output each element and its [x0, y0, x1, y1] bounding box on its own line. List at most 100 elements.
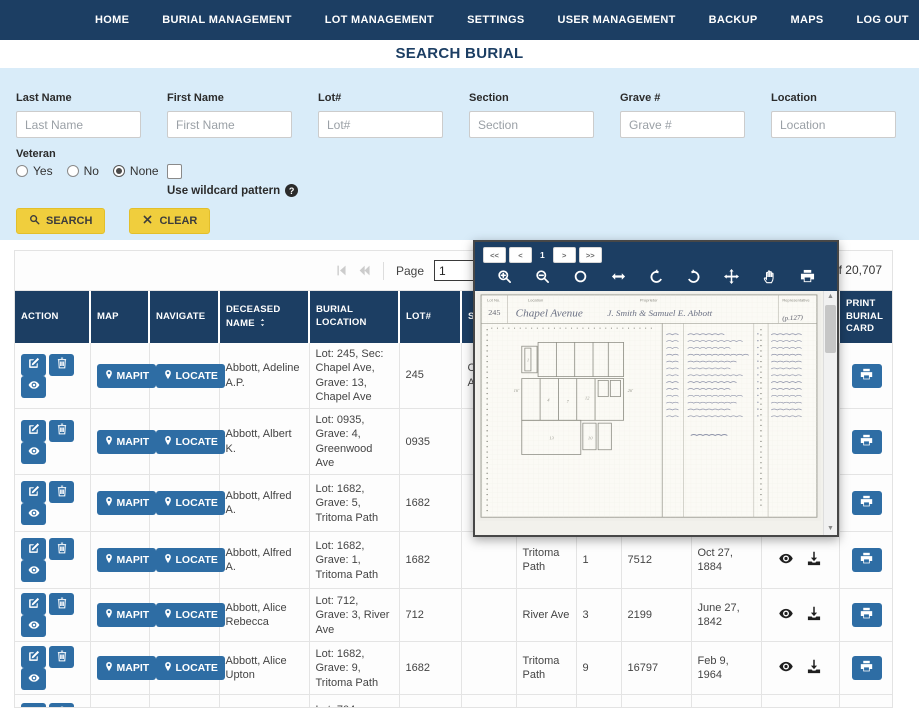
edit-button[interactable]: [21, 593, 46, 615]
edit-button[interactable]: [21, 420, 46, 442]
nav-item-user-management[interactable]: USER MANAGEMENT: [557, 14, 675, 26]
scroll-down-arrow[interactable]: ▼: [824, 523, 837, 535]
nav-item-maps[interactable]: MAPS: [791, 14, 824, 26]
hand-icon[interactable]: [762, 269, 777, 284]
view-button[interactable]: [21, 615, 46, 637]
zoom-in-icon[interactable]: [497, 269, 512, 284]
locate-button[interactable]: LOCATE: [156, 656, 225, 680]
view-button[interactable]: [21, 560, 46, 582]
delete-button[interactable]: [49, 538, 74, 560]
print-card-cell: [839, 589, 893, 642]
trash-icon: [56, 650, 68, 665]
mapit-button[interactable]: MAPIT: [97, 364, 157, 388]
search-button[interactable]: SEARCH: [16, 208, 105, 234]
question-circle-icon[interactable]: ?: [285, 184, 298, 197]
field-label-location: Location: [771, 92, 896, 104]
viewer-canvas[interactable]: Lot No. Location Proprietor Representati…: [475, 291, 837, 535]
delete-button[interactable]: [49, 646, 74, 668]
delete-button[interactable]: [49, 593, 74, 615]
print-icon[interactable]: [800, 269, 815, 284]
delete-button[interactable]: [49, 481, 74, 503]
locate-button[interactable]: LOCATE: [156, 603, 225, 627]
view-attachment-icon[interactable]: [778, 551, 794, 566]
col-header-deceased-name[interactable]: DECEASED NAME: [219, 291, 309, 343]
scrollbar-thumb[interactable]: [825, 305, 836, 353]
nav-item-settings[interactable]: SETTINGS: [467, 14, 524, 26]
veteran-radio-no[interactable]: No: [67, 164, 99, 178]
view-button[interactable]: [21, 376, 46, 398]
print-burial-card-button[interactable]: [852, 430, 882, 454]
locate-button[interactable]: LOCATE: [156, 430, 225, 454]
view-button[interactable]: [21, 442, 46, 464]
lot-input[interactable]: [318, 111, 443, 138]
mapit-button[interactable]: MAPIT: [97, 656, 157, 680]
viewer-scrollbar[interactable]: ▲ ▼: [823, 291, 837, 535]
radio-checked-icon[interactable]: [113, 165, 125, 177]
edit-button[interactable]: [21, 538, 46, 560]
nav-item-burial-management[interactable]: BURIAL MANAGEMENT: [162, 14, 292, 26]
viewer-next-page-button[interactable]: >: [553, 247, 576, 263]
radio-unchecked-icon[interactable]: [16, 165, 28, 177]
print-burial-card-button[interactable]: [852, 548, 882, 572]
download-attachment-icon[interactable]: [806, 606, 822, 621]
mapit-button[interactable]: MAPIT: [97, 548, 157, 572]
action-cell: [15, 343, 90, 409]
viewer-first-page-button[interactable]: <<: [483, 247, 506, 263]
download-attachment-icon[interactable]: [806, 659, 822, 674]
rotate-right-icon[interactable]: [686, 269, 701, 284]
trash-icon: [56, 357, 68, 372]
grave-cell: 1: [576, 695, 621, 708]
mapit-button[interactable]: MAPIT: [97, 603, 157, 627]
trash-icon: [56, 542, 68, 557]
delete-button[interactable]: [49, 420, 74, 442]
zoom-out-icon[interactable]: [535, 269, 550, 284]
first-name-input[interactable]: [167, 111, 292, 138]
print-burial-card-button[interactable]: [852, 656, 882, 680]
clear-button[interactable]: CLEAR: [129, 208, 210, 234]
nav-item-home[interactable]: HOME: [95, 14, 129, 26]
view-attachment-icon[interactable]: [778, 659, 794, 674]
first-page-icon[interactable]: [335, 264, 348, 277]
view-button[interactable]: [21, 503, 46, 525]
grave-input[interactable]: [620, 111, 745, 138]
veteran-radio-none[interactable]: None: [113, 164, 159, 178]
edit-button[interactable]: [21, 646, 46, 668]
interment-cell: 2199: [621, 589, 691, 642]
nav-item-backup[interactable]: BACKUP: [709, 14, 758, 26]
circle-icon[interactable]: [573, 269, 588, 284]
last-name-input[interactable]: [16, 111, 141, 138]
resize-horizontal-icon[interactable]: [611, 269, 626, 284]
locate-button[interactable]: LOCATE: [156, 548, 225, 572]
print-burial-card-button[interactable]: [852, 491, 882, 515]
print-burial-card-button[interactable]: [852, 364, 882, 388]
view-button[interactable]: [21, 668, 46, 690]
print-burial-card-button[interactable]: [852, 603, 882, 627]
veteran-radio-yes[interactable]: Yes: [16, 164, 53, 178]
nav-item-log-out[interactable]: LOG OUT: [857, 14, 909, 26]
viewer-last-page-button[interactable]: >>: [579, 247, 602, 263]
location-input[interactable]: [771, 111, 896, 138]
attachments-cell: [761, 695, 839, 708]
mapit-button[interactable]: MAPIT: [97, 430, 157, 454]
locate-button[interactable]: LOCATE: [156, 364, 225, 388]
mapit-button[interactable]: MAPIT: [97, 491, 157, 515]
wildcard-checkbox[interactable]: [167, 164, 182, 179]
prev-page-icon[interactable]: [358, 264, 371, 277]
move-icon[interactable]: [724, 269, 739, 284]
nav-item-lot-management[interactable]: LOT MANAGEMENT: [325, 14, 434, 26]
edit-button[interactable]: [21, 354, 46, 376]
section-input[interactable]: [469, 111, 594, 138]
svg-text:16': 16': [514, 388, 520, 393]
viewer-prev-page-button[interactable]: <: [509, 247, 532, 263]
edit-button[interactable]: [21, 703, 46, 708]
download-attachment-icon[interactable]: [806, 551, 822, 566]
delete-button[interactable]: [49, 354, 74, 376]
sort-icon[interactable]: [258, 317, 267, 328]
delete-button[interactable]: [49, 703, 74, 708]
scroll-up-arrow[interactable]: ▲: [824, 291, 837, 303]
view-attachment-icon[interactable]: [778, 606, 794, 621]
locate-button[interactable]: LOCATE: [156, 491, 225, 515]
radio-unchecked-icon[interactable]: [67, 165, 79, 177]
edit-button[interactable]: [21, 481, 46, 503]
rotate-left-icon[interactable]: [649, 269, 664, 284]
